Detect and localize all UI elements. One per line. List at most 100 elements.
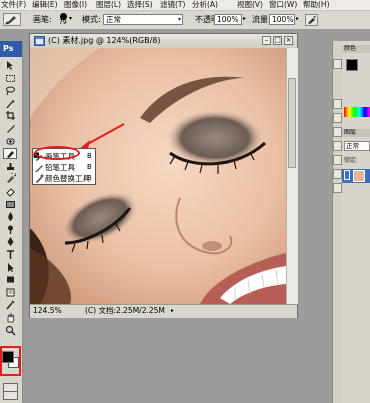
marquee-tool[interactable]: [3, 73, 17, 84]
menu-bar: 文件(F) 编辑(E) 图像(I) 图层(L) 选择(S) 滤镜(T) 分析(A…: [0, 0, 370, 11]
panel-button[interactable]: [333, 155, 342, 165]
annotation-highlight-box: [0, 346, 21, 376]
document-titlebar[interactable]: (C) 素材.jpg @ 124%(RGB/8) – □ ×: [30, 34, 297, 49]
menu-item-view[interactable]: 视图(V): [237, 0, 263, 10]
path-selection-icon: [7, 262, 14, 272]
move-tool[interactable]: [3, 60, 17, 71]
ps-logo: Ps: [0, 41, 22, 57]
airbrush-toggle[interactable]: [305, 14, 318, 26]
mode-select[interactable]: 正常 ▾: [103, 14, 183, 25]
opacity-value: 100%: [217, 15, 239, 24]
document-title: (C) 素材.jpg @ 124%(RGB/8): [48, 36, 161, 45]
maximize-button[interactable]: □: [273, 36, 282, 45]
annotation-ellipse: [34, 146, 80, 160]
flow-label: 流量:: [252, 15, 271, 24]
flow-value: 100%: [272, 15, 294, 24]
crop-tool[interactable]: [3, 110, 17, 121]
history-brush-tool[interactable]: [3, 173, 17, 184]
menu-item-analysis[interactable]: 分析(A): [192, 0, 218, 10]
slice-icon: [6, 125, 15, 133]
menu-item-image[interactable]: 图像(I): [64, 0, 87, 10]
chevron-right-icon[interactable]: ▸: [171, 307, 174, 314]
healing-brush-icon: [6, 138, 14, 145]
zoom-tool[interactable]: [3, 325, 17, 336]
color-replacement-icon: [36, 174, 44, 183]
slice-tool[interactable]: [3, 123, 17, 134]
panel-button[interactable]: [333, 169, 342, 179]
healing-brush-tool[interactable]: [3, 136, 17, 147]
eyedropper-tool[interactable]: [3, 299, 17, 310]
hand-icon: [7, 312, 14, 323]
chevron-right-icon[interactable]: ▸: [296, 15, 299, 22]
brush-icon: [5, 16, 16, 25]
eraser-tool[interactable]: [3, 186, 17, 197]
pencil-icon: [35, 165, 43, 172]
airbrush-icon: [308, 16, 316, 24]
close-button[interactable]: ×: [284, 36, 293, 45]
notes-tool[interactable]: [3, 287, 17, 298]
magic-wand-icon: [6, 98, 15, 109]
gradient-tool[interactable]: [3, 199, 17, 210]
layer-thumbnail: [353, 170, 365, 182]
color-panel-tab[interactable]: 颜色: [342, 45, 370, 53]
minimize-button[interactable]: –: [262, 36, 271, 45]
layers-panel-tab[interactable]: 图层: [342, 129, 370, 137]
path-selection-tool[interactable]: [3, 262, 17, 273]
eye-icon[interactable]: [344, 170, 350, 180]
move-icon: [6, 61, 13, 70]
screen-mode-button[interactable]: [3, 391, 18, 400]
color-ramp[interactable]: [344, 107, 370, 117]
panel-button[interactable]: [333, 99, 342, 109]
brush-icon: [6, 151, 14, 159]
menu-item-filter[interactable]: 滤镜(T): [160, 0, 185, 10]
panel-button[interactable]: [333, 141, 342, 151]
panel-button[interactable]: [333, 183, 342, 193]
blend-mode-select[interactable]: 正常: [344, 141, 370, 151]
tool-preset-picker[interactable]: [3, 13, 21, 26]
mode-value: 正常: [106, 15, 121, 24]
lasso-tool[interactable]: [3, 85, 17, 96]
panel-button[interactable]: [333, 59, 342, 69]
lock-label: 锁定:: [344, 157, 359, 164]
layer-row[interactable]: [342, 169, 370, 183]
scrollbar-thumb[interactable]: [288, 78, 296, 168]
menu-item-window[interactable]: 窗口(W): [269, 0, 297, 10]
clone-stamp-tool[interactable]: [3, 161, 17, 172]
flyout-item-color-replacement[interactable]: 颜色替换工具 B: [33, 173, 95, 184]
pen-icon: [7, 237, 13, 247]
shape-tool[interactable]: [3, 274, 17, 285]
vertical-scrollbar[interactable]: [286, 48, 298, 304]
menu-item-select[interactable]: 选择(S): [127, 0, 153, 10]
pen-tool[interactable]: [3, 236, 17, 247]
flyout-label: 铅笔工具: [45, 163, 75, 172]
shape-icon: [6, 276, 14, 283]
chevron-down-icon: ▾: [177, 16, 181, 23]
chevron-right-icon[interactable]: ▸: [243, 15, 246, 22]
menu-item-edit[interactable]: 编辑(E): [32, 0, 58, 10]
hand-tool[interactable]: [3, 312, 17, 323]
brush-tool[interactable]: [3, 148, 17, 160]
menu-item-layer[interactable]: 图层(L): [96, 0, 121, 10]
brush-size: 79: [59, 19, 67, 26]
status-bar: 124.5% (C) 文档:2.25M/2.25M ▸: [30, 304, 297, 318]
zoom-level[interactable]: 124.5%: [33, 306, 62, 316]
panel-button[interactable]: [333, 127, 342, 137]
menu-item-file[interactable]: 文件(F): [1, 0, 26, 10]
menu-item-help[interactable]: 帮助(H): [303, 0, 330, 10]
blur-icon: [7, 212, 13, 222]
blur-tool[interactable]: [3, 211, 17, 222]
opacity-input[interactable]: 100%: [214, 14, 242, 25]
eyedropper-icon: [5, 300, 15, 310]
flow-input[interactable]: 100%: [269, 14, 295, 25]
panel-button[interactable]: [333, 113, 342, 123]
document-info: (C) 文档:2.25M/2.25M: [85, 306, 165, 315]
flyout-item-pencil[interactable]: 铅笔工具 B: [33, 162, 95, 173]
zoom-icon: [5, 325, 16, 336]
panel-foreground-swatch[interactable]: [346, 59, 358, 71]
dodge-tool[interactable]: [3, 224, 17, 235]
gradient-icon: [5, 200, 15, 208]
brush-picker[interactable]: 79 ▾: [55, 13, 73, 27]
magic-wand-tool[interactable]: [3, 98, 17, 109]
chevron-down-icon: ▾: [69, 15, 73, 22]
type-tool[interactable]: [3, 249, 17, 260]
